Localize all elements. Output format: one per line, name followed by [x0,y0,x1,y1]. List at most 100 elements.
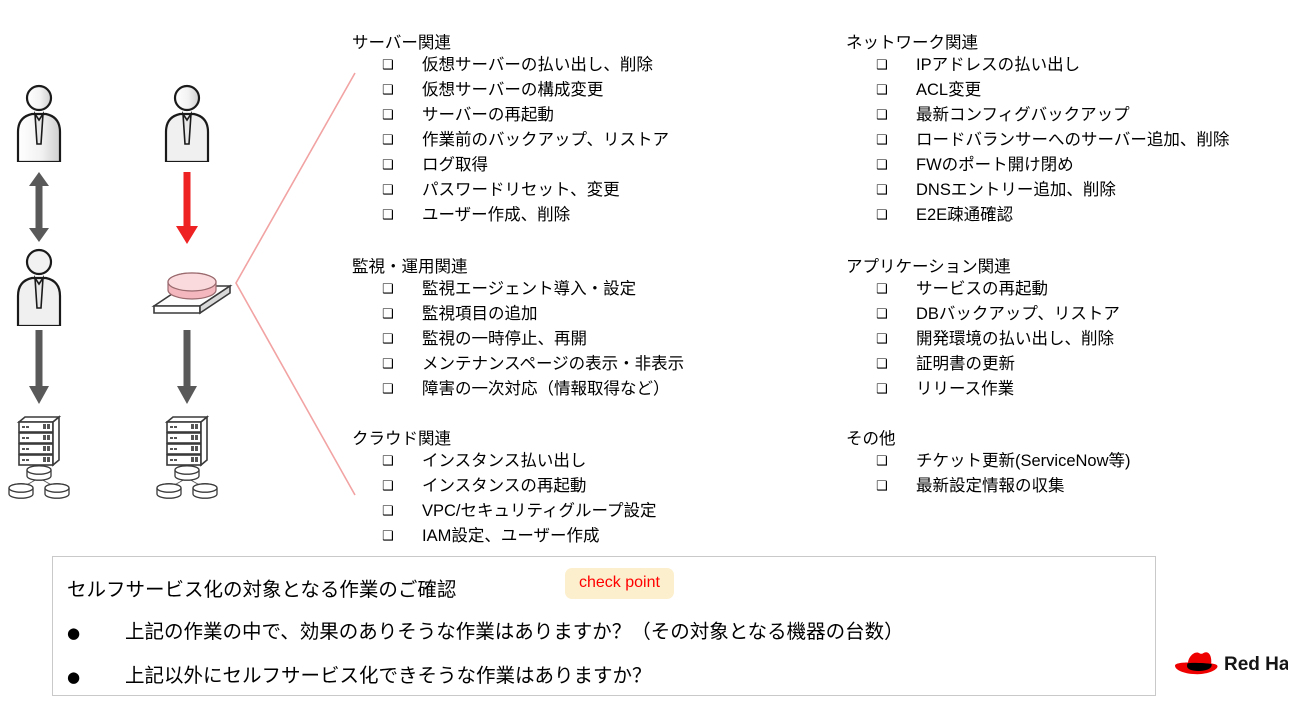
task-item[interactable]: ❑ 開発環境の払い出し、削除 [876,327,1120,352]
group-item-list: ❑ IPアドレスの払い出し ❑ ACL変更 ❑ 最新コンフィグバックアップ ❑ ロードバ… [846,53,1229,228]
task-item[interactable]: ❑ 監視の一時停止、再開 [382,327,684,352]
task-item-label: 最新コンフィグバックアップ [916,106,1130,124]
task-item[interactable]: ❑ 作業前のバックアップ、リストア [382,128,669,153]
task-item[interactable]: ❑ 証明書の更新 [876,352,1120,377]
red-hat-wordmark: Red Hat [1224,654,1288,675]
task-item[interactable]: ❑ サーバーの再起動 [382,103,669,128]
checkbox-icon[interactable]: ❑ [382,474,422,499]
task-item-label: 最新設定情報の収集 [916,477,1065,495]
task-group-server-related: サーバー関連 ❑ 仮想サーバーの払い出し、削除 ❑ 仮想サーバーの構成変更 ❑ サーバ… [352,33,669,228]
checkbox-icon[interactable]: ❑ [876,302,916,327]
task-item[interactable]: ❑ DBバックアップ、リストア [876,302,1120,327]
task-item[interactable]: ❑ 障害の一次対応（情報取得など） [382,377,684,402]
check-point-badge: check point [565,568,674,599]
checkbox-icon[interactable]: ❑ [876,377,916,402]
checkbox-icon[interactable]: ❑ [382,178,422,203]
check-point-panel: セルフサービス化の対象となる作業のご確認 check point ● 上記の作業… [52,556,1156,696]
task-item[interactable]: ❑ 仮想サーバーの構成変更 [382,78,669,103]
checkbox-icon[interactable]: ❑ [382,78,422,103]
task-item[interactable]: ❑ 最新コンフィグバックアップ [876,103,1229,128]
checkbox-icon[interactable]: ❑ [876,474,916,499]
checkbox-icon[interactable]: ❑ [382,352,422,377]
checkbox-icon[interactable]: ❑ [382,377,422,402]
task-item[interactable]: ❑ ロードバランサーへのサーバー追加、削除 [876,128,1229,153]
task-group-monitoring-operations-related: 監視・運用関連 ❑ 監視エージェント導入・設定 ❑ 監視項目の追加 ❑ 監視の一時停止… [352,257,684,402]
group-title: クラウド関連 [352,430,451,448]
task-group-network-related: ネットワーク関連 ❑ IPアドレスの払い出し ❑ ACL変更 ❑ 最新コンフィグバック… [846,33,1229,228]
task-item-label: 作業前のバックアップ、リストア [422,131,670,149]
database-bottom-left-icon [8,465,70,499]
person-middle-left-icon [16,248,62,326]
task-item-label: パスワードリセット、変更 [422,181,620,199]
task-item[interactable]: ❑ サービスの再起動 [876,277,1120,302]
task-item[interactable]: ❑ リリース作業 [876,377,1120,402]
checkbox-icon[interactable]: ❑ [876,203,916,228]
checkbox-icon[interactable]: ❑ [382,327,422,352]
checkbox-icon[interactable]: ❑ [382,499,422,524]
task-item-label: DNSエントリー追加、削除 [916,181,1116,199]
task-item[interactable]: ❑ インスタンスの再起動 [382,474,657,499]
panel-bullet-item: ● 上記以外にセルフサービス化できそうな作業はありますか？ [67,663,652,689]
task-item[interactable]: ❑ インスタンス払い出し [382,449,657,474]
arrow-down-right-icon [177,330,197,404]
task-item-label: リリース作業 [916,380,1015,398]
task-item-label: サーバーの再起動 [422,106,554,124]
checkbox-icon[interactable]: ❑ [876,128,916,153]
checkbox-icon[interactable]: ❑ [876,327,916,352]
task-item[interactable]: ❑ IAM設定、ユーザー作成 [382,524,657,549]
arrow-down-red-icon [176,172,198,244]
checkbox-icon[interactable]: ❑ [382,449,422,474]
checkbox-icon[interactable]: ❑ [382,277,422,302]
group-title: ネットワーク関連 [846,34,978,52]
checkbox-icon[interactable]: ❑ [876,53,916,78]
task-item-label: 開発環境の払い出し、削除 [916,330,1114,348]
checkbox-icon[interactable]: ❑ [382,524,422,549]
task-item[interactable]: ❑ メンテナンスページの表示・非表示 [382,352,684,377]
task-item[interactable]: ❑ 仮想サーバーの払い出し、削除 [382,53,669,78]
group-title: サーバー関連 [352,34,451,52]
group-title: アプリケーション関連 [846,258,1011,276]
panel-bullet-item: ● 上記の作業の中で、効果のありそうな作業はありますか？（その対象となる機器の台… [67,619,904,645]
architecture-diagram [0,0,350,560]
group-title: その他 [846,430,896,448]
task-item-label: ロードバランサーへのサーバー追加、削除 [916,131,1230,149]
checkbox-icon[interactable]: ❑ [876,449,916,474]
checkbox-icon[interactable]: ❑ [382,53,422,78]
checkbox-icon[interactable]: ❑ [382,128,422,153]
checkbox-icon[interactable]: ❑ [382,203,422,228]
task-item[interactable]: ❑ ACL変更 [876,78,1229,103]
group-title: 監視・運用関連 [352,258,468,276]
task-item-label: FWのポート開け閉め [916,156,1074,174]
checkbox-icon[interactable]: ❑ [876,277,916,302]
checkbox-icon[interactable]: ❑ [876,153,916,178]
checkbox-icon[interactable]: ❑ [876,78,916,103]
arrow-bidirectional-left-icon [29,172,49,242]
bullet-dot-icon: ● [67,624,81,642]
task-item-label: 仮想サーバーの構成変更 [422,81,604,99]
task-item[interactable]: ❑ チケット更新(ServiceNow等) [876,449,1131,474]
task-item[interactable]: ❑ VPC/セキュリティグループ設定 [382,499,657,524]
task-item[interactable]: ❑ ログ取得 [382,153,669,178]
task-item[interactable]: ❑ FWのポート開け閉め [876,153,1229,178]
checkbox-icon[interactable]: ❑ [876,352,916,377]
checkbox-icon[interactable]: ❑ [876,178,916,203]
task-item[interactable]: ❑ 最新設定情報の収集 [876,474,1131,499]
task-item[interactable]: ❑ IPアドレスの払い出し [876,53,1229,78]
task-item[interactable]: ❑ E2E疎通確認 [876,203,1229,228]
task-item[interactable]: ❑ DNSエントリー追加、削除 [876,178,1229,203]
checkbox-icon[interactable]: ❑ [382,153,422,178]
task-item-label: ログ取得 [422,156,488,174]
task-item[interactable]: ❑ パスワードリセット、変更 [382,178,669,203]
red-hat-logo: Red Hat [1175,652,1288,675]
task-item-label: 障害の一次対応（情報取得など） [422,380,670,398]
checkbox-icon[interactable]: ❑ [382,302,422,327]
red-hat-fedora-icon [1175,652,1218,675]
task-item-label: IPアドレスの払い出し [916,56,1081,74]
checkbox-icon[interactable]: ❑ [382,103,422,128]
task-item[interactable]: ❑ 監視項目の追加 [382,302,684,327]
task-item[interactable]: ❑ 監視エージェント導入・設定 [382,277,684,302]
task-item[interactable]: ❑ ユーザー作成、削除 [382,203,669,228]
task-item-label: 監視エージェント導入・設定 [422,280,637,298]
checkbox-icon[interactable]: ❑ [876,103,916,128]
task-group-cloud-related: クラウド関連 ❑ インスタンス払い出し ❑ インスタンスの再起動 ❑ VPC/セキュリ… [352,429,657,549]
